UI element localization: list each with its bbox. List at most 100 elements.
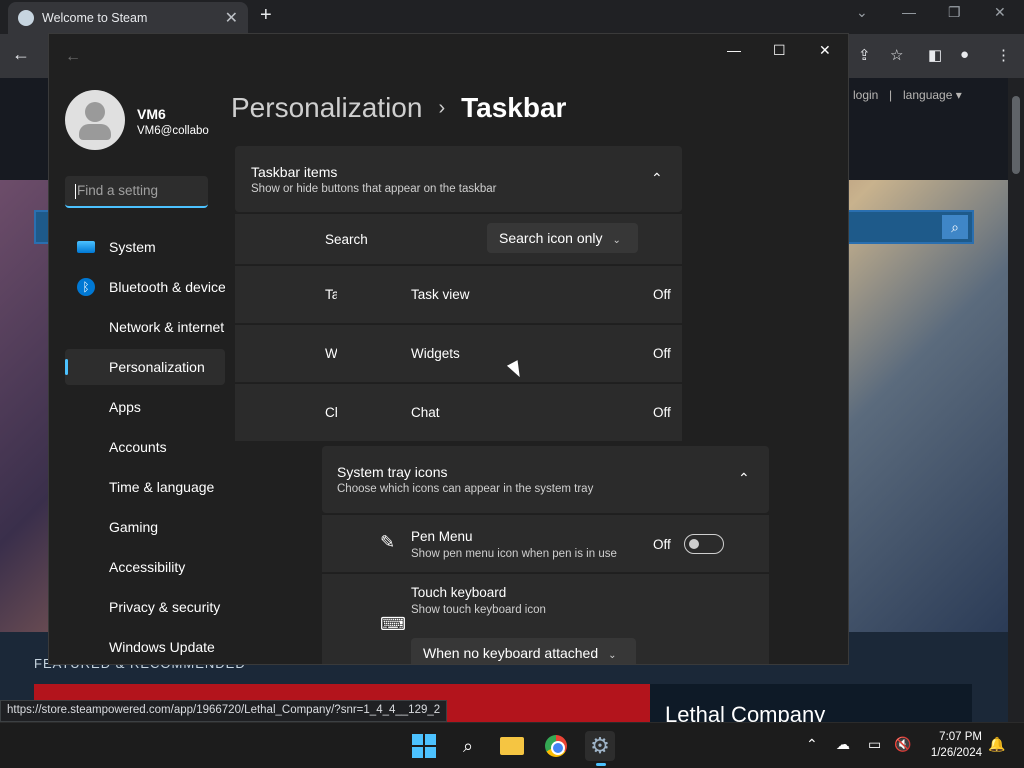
volume-muted-icon[interactable]: 🔇	[894, 736, 911, 753]
pen-icon: ✎	[380, 532, 396, 552]
chevron-down-icon: ⌄	[612, 235, 621, 246]
steam-search-icon[interactable]: ⌕	[942, 215, 968, 239]
pen-menu-state: Off	[653, 537, 671, 552]
windows-logo-icon	[412, 734, 436, 758]
settings-app-button[interactable]: ⚙	[585, 731, 615, 766]
pen-menu-label: Pen Menu	[411, 529, 473, 544]
side-panel-icon[interactable]: ◧	[928, 46, 942, 64]
taskbar-items-header[interactable]: Taskbar items Show or hide buttons that …	[235, 146, 682, 212]
taskview-label: Task view	[411, 287, 470, 302]
active-indicator	[65, 359, 68, 375]
touch-keyboard-value: When no keyboard attached	[423, 645, 599, 661]
text-caret	[75, 183, 76, 199]
nav-network-internet[interactable]: Network & internet	[65, 309, 225, 345]
link-status-url: https://store.steampowered.com/app/19667…	[0, 700, 448, 722]
nav-personalization[interactable]: Personalization	[65, 349, 225, 385]
network-icon[interactable]: ▭	[868, 736, 881, 753]
file-explorer-button[interactable]	[497, 731, 527, 761]
nav-label: System	[109, 239, 156, 255]
find-setting-input[interactable]: Find a setting	[65, 176, 208, 208]
nav-label: Accounts	[109, 439, 167, 455]
nav-privacy-security[interactable]: Privacy & security	[65, 589, 225, 625]
bookmark-star-icon[interactable]: ☆	[890, 46, 903, 64]
nav-accounts[interactable]: Accounts	[65, 429, 225, 465]
settings-window: ← — ☐ ✕ VM6 VM6@collabora Find a setting…	[48, 33, 849, 665]
system-tray-subtitle: Choose which icons can appear in the sys…	[337, 483, 594, 495]
nav-label: Network & internet	[109, 319, 225, 335]
system-tray-header[interactable]: System tray icons Choose which icons can…	[322, 446, 769, 513]
tray-overflow-chevron-icon[interactable]: ⌃	[806, 736, 818, 753]
tab-search-chevron-icon[interactable]: ⌄	[856, 4, 868, 21]
tab-close-icon[interactable]: ✕	[225, 8, 238, 28]
taskbar-items-title: Taskbar items	[251, 164, 338, 180]
row-clipped-label: W	[325, 346, 337, 361]
nav-system[interactable]: System	[65, 229, 225, 265]
chevron-up-icon[interactable]: ⌃	[651, 170, 663, 187]
widgets-label: Widgets	[411, 346, 460, 361]
browser-menu-icon[interactable]: ⋮	[996, 46, 1011, 64]
taskbar-search-button[interactable]: ⌕	[453, 731, 483, 761]
taskbar-taskview-row: Ta Task view Off	[235, 265, 682, 323]
row-clipped-label: Ch	[325, 405, 337, 420]
settings-minimize-button[interactable]: —	[727, 42, 741, 58]
breadcrumb-parent[interactable]: Personalization	[231, 92, 422, 124]
chrome-button[interactable]	[541, 731, 571, 761]
steam-game-title[interactable]: Lethal Company	[665, 702, 825, 722]
browser-scrollbar[interactable]	[1008, 78, 1024, 722]
pen-menu-desc: Show pen menu icon when pen is in use	[411, 548, 617, 560]
user-avatar[interactable]	[65, 90, 125, 150]
nav-label: Accessibility	[109, 559, 186, 575]
nav-accessibility[interactable]: Accessibility	[65, 549, 225, 585]
browser-minimize-button[interactable]: —	[902, 4, 916, 20]
touch-keyboard-dropdown[interactable]: When no keyboard attached ⌄	[411, 638, 636, 664]
steam-favicon-icon	[18, 10, 34, 26]
nav-windows-update[interactable]: Windows Update	[65, 629, 225, 664]
new-tab-button[interactable]: +	[260, 4, 272, 27]
taskbar-clock[interactable]: 7:07 PM 1/26/2024	[924, 729, 982, 761]
notification-bell-icon[interactable]: 🔔	[988, 736, 1005, 753]
nav-bluetooth-devices[interactable]: ᛒ Bluetooth & devices	[65, 269, 225, 305]
bluetooth-icon: ᛒ	[77, 278, 95, 296]
browser-restore-button[interactable]: ❐	[948, 4, 961, 21]
profile-icon[interactable]: ●	[960, 46, 969, 63]
widgets-state[interactable]: Off	[653, 346, 671, 361]
taskbar-widgets-row: W Widgets Off	[235, 324, 682, 382]
browser-tabbar: Welcome to Steam ✕ + ⌄ — ❐ ✕	[0, 0, 1024, 34]
search-mode-dropdown[interactable]: Search icon only ⌄	[487, 223, 638, 253]
folder-icon	[500, 737, 524, 755]
touch-keyboard-desc: Show touch keyboard icon	[411, 604, 546, 616]
nav-label: Windows Update	[109, 639, 215, 655]
nav-label: Gaming	[109, 519, 159, 535]
row-clipped-label: Ta	[325, 287, 337, 302]
nav-label: Personalization	[109, 359, 205, 375]
settings-maximize-button[interactable]: ☐	[773, 42, 786, 59]
user-email: VM6@collabora	[137, 125, 209, 137]
avatar-head	[85, 102, 105, 122]
nav-time-language[interactable]: Time & language	[65, 469, 225, 505]
browser-close-button[interactable]: ✕	[994, 4, 1006, 21]
settings-close-button[interactable]: ✕	[819, 42, 831, 59]
nav-label: Privacy & security	[109, 599, 221, 615]
browser-tab[interactable]: Welcome to Steam ✕	[8, 2, 248, 34]
chevron-up-icon[interactable]: ⌃	[738, 470, 750, 487]
steam-login-link[interactable]: login	[853, 88, 878, 102]
share-icon[interactable]: ⇪	[858, 46, 871, 64]
nav-apps[interactable]: Apps	[65, 389, 225, 425]
start-button[interactable]	[409, 731, 439, 761]
steam-language-link[interactable]: language ▾	[903, 88, 962, 102]
scrollbar-thumb[interactable]	[1012, 96, 1020, 174]
page-title: Taskbar	[461, 92, 567, 123]
pen-menu-toggle[interactable]	[684, 534, 724, 554]
gear-icon: ⚙	[590, 733, 610, 758]
browser-back-icon[interactable]: ←	[12, 44, 30, 65]
clock-date: 1/26/2024	[930, 747, 982, 759]
search-icon: ⌕	[462, 735, 474, 756]
touch-keyboard-row: ⌨ Touch keyboard Show touch keyboard ico…	[322, 573, 769, 664]
taskview-state[interactable]: Off	[653, 287, 671, 302]
nav-gaming[interactable]: Gaming	[65, 509, 225, 545]
system-icon	[77, 241, 95, 253]
chat-state[interactable]: Off	[653, 405, 671, 420]
onedrive-cloud-icon[interactable]: ☁	[836, 736, 850, 753]
settings-back-icon[interactable]: ←	[65, 48, 81, 66]
taskbar-search-row: Search Search icon only ⌄	[235, 213, 682, 264]
